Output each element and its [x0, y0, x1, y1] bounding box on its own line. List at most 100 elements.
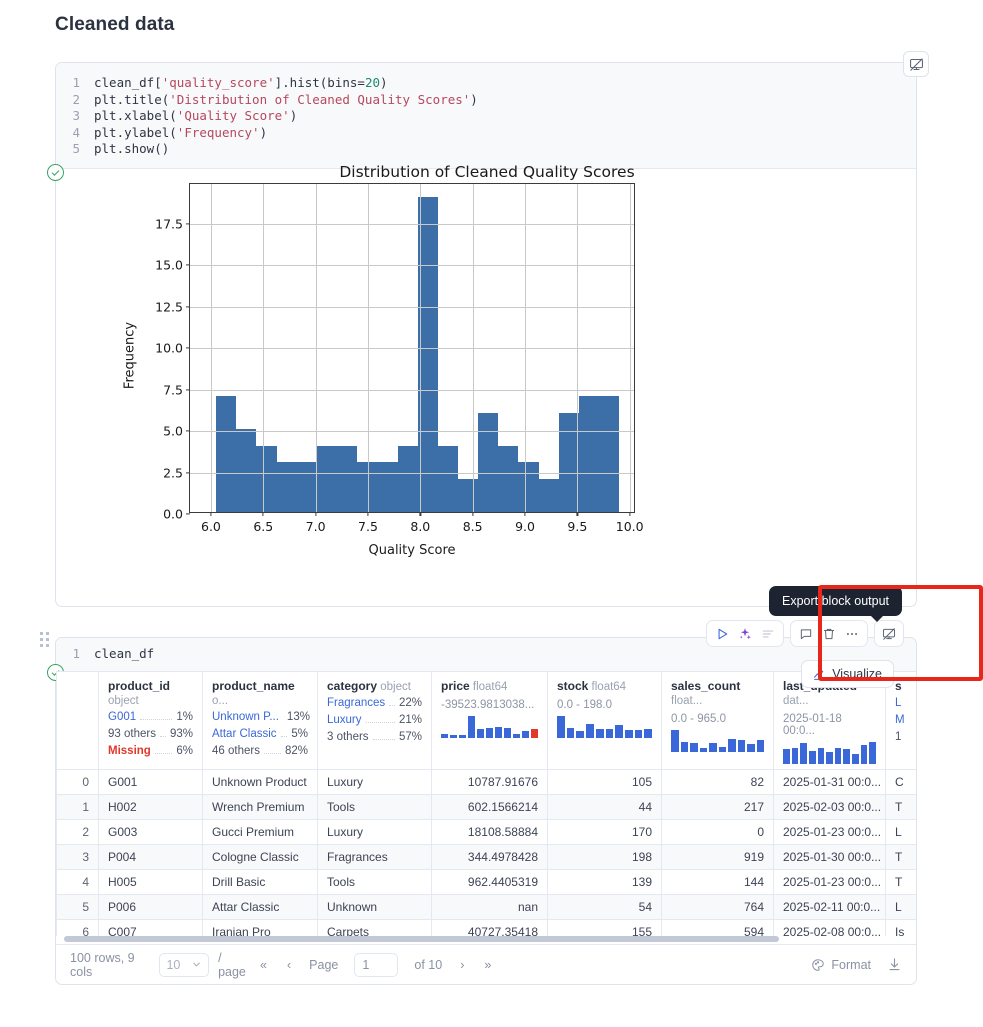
table-header-product_name[interactable]: product_name o... Unknown P... 13% Attar Cl… — [202, 671, 318, 770]
menu-lines-icon[interactable] — [758, 624, 778, 644]
cell-last_updated[interactable]: 2025-01-30 00:0... — [773, 844, 886, 870]
cell-product_id[interactable]: H005 — [98, 869, 203, 895]
table-row[interactable]: 6 C007 Iranian Pro Carpets 40727.35418 155 594… — [56, 919, 916, 936]
cell-sales_count[interactable]: 0 — [661, 819, 774, 845]
table-row[interactable]: 2 G003 Gucci Premium Luxury 18108.58884 170 0 2… — [56, 819, 916, 845]
cell-price[interactable]: nan — [431, 894, 548, 920]
histogram-bar — [437, 445, 458, 512]
cell-product_id[interactable]: G003 — [98, 819, 203, 845]
trash-icon[interactable] — [819, 624, 839, 644]
cell-sales_count[interactable]: 82 — [661, 769, 774, 795]
cell-price[interactable]: 602.1566214 — [431, 794, 548, 820]
cell-product_id[interactable]: P006 — [98, 894, 203, 920]
cell-category[interactable]: Luxury — [317, 819, 432, 845]
table-header-stock[interactable]: stock float64 0.0 - 198.0 — [547, 671, 662, 770]
cell-product_id[interactable]: H002 — [98, 794, 203, 820]
dot — [40, 644, 43, 647]
cell-sales_count[interactable]: 144 — [661, 869, 774, 895]
cell-category[interactable]: Tools — [317, 869, 432, 895]
cell-price[interactable]: 40727.35418 — [431, 919, 548, 936]
cell-stock[interactable]: 105 — [547, 769, 662, 795]
more-dots-icon[interactable] — [842, 624, 862, 644]
table-header-sales_count[interactable]: sales_count float... 0.0 - 965.0 — [661, 671, 774, 770]
cell-category[interactable]: Fragrances — [317, 844, 432, 870]
cell-category[interactable]: Tools — [317, 794, 432, 820]
first-page-button[interactable]: « — [258, 958, 269, 972]
cell-price[interactable]: 344.4978428 — [431, 844, 548, 870]
cell-category[interactable]: Luxury — [317, 769, 432, 795]
download-icon[interactable] — [887, 957, 902, 972]
next-page-button[interactable]: › — [458, 958, 466, 972]
cell-stock[interactable]: 54 — [547, 894, 662, 920]
cell-last_updated[interactable]: 2025-01-31 00:0... — [773, 769, 886, 795]
prev-page-button[interactable]: ‹ — [285, 958, 293, 972]
histogram-bar — [397, 445, 418, 512]
cell-extra[interactable]: C — [885, 769, 916, 795]
table-row[interactable]: 5 P006 Attar Classic Unknown nan 54 764 2025-02… — [56, 894, 916, 920]
scrollbar-thumb[interactable] — [64, 936, 779, 942]
cell-extra[interactable]: T — [885, 794, 916, 820]
cell-last_updated[interactable]: 2025-02-08 00:0... — [773, 919, 886, 936]
table-header-category[interactable]: category object Fragrances 22% Luxury 21% 3 o… — [317, 671, 432, 770]
table-header-price[interactable]: price float64 -39523.9813038... — [431, 671, 548, 770]
x-axis-tick-label: 7.0 — [305, 519, 326, 534]
cell-last_updated[interactable]: 2025-01-23 00:0... — [773, 819, 886, 845]
code-editor-chart[interactable]: 1 clean_df['quality_score'].hist(bins=20)… — [56, 63, 916, 169]
horizontal-scrollbar[interactable] — [56, 936, 918, 942]
cell-product_id[interactable]: C007 — [98, 919, 203, 936]
cell-product_name[interactable]: Attar Classic — [202, 894, 318, 920]
cell-product_name[interactable]: Cologne Classic — [202, 844, 318, 870]
export-block-output-icon[interactable] — [903, 51, 929, 77]
cell-last_updated[interactable]: 2025-01-23 00:0... — [773, 869, 886, 895]
cell-sales_count[interactable]: 594 — [661, 919, 774, 936]
column-range: 0.0 - 198.0 — [557, 699, 612, 711]
cell-category[interactable]: Unknown — [317, 894, 432, 920]
cell-category[interactable]: Carpets — [317, 919, 432, 936]
cell-stock[interactable]: 198 — [547, 844, 662, 870]
cell-product_id[interactable]: P004 — [98, 844, 203, 870]
stat-value: 5% — [291, 728, 308, 740]
ai-sparkle-icon[interactable] — [735, 624, 755, 644]
sparkline-bar — [800, 743, 807, 764]
run-play-icon[interactable] — [712, 624, 732, 644]
visualize-button[interactable]: Visualize — [801, 660, 894, 688]
table-row[interactable]: 3 P004 Cologne Classic Fragrances 344.497842… — [56, 844, 916, 870]
block-drag-handle[interactable] — [40, 632, 49, 647]
cell-sales_count[interactable]: 764 — [661, 894, 774, 920]
cell-last_updated[interactable]: 2025-02-03 00:0... — [773, 794, 886, 820]
comment-icon[interactable] — [796, 624, 816, 644]
cell-last_updated[interactable]: 2025-02-11 00:0... — [773, 894, 886, 920]
cell-extra[interactable]: L — [885, 819, 916, 845]
cell-product_name[interactable]: Iranian Pro — [202, 919, 318, 936]
cell-extra[interactable]: L — [885, 894, 916, 920]
cell-price[interactable]: 962.4405319 — [431, 869, 548, 895]
page-size-select[interactable]: 10 — [159, 952, 210, 977]
cell-price[interactable]: 10787.91676 — [431, 769, 548, 795]
cell-sales_count[interactable]: 919 — [661, 844, 774, 870]
cell-price[interactable]: 18108.58884 — [431, 819, 548, 845]
table-row[interactable]: 1 H002 Wrench Premium Tools 602.1566214 44 217… — [56, 794, 916, 820]
cell-product_name[interactable]: Gucci Premium — [202, 819, 318, 845]
table-row[interactable]: 4 H005 Drill Basic Tools 962.4405319 139 144 20… — [56, 869, 916, 895]
table-row[interactable]: 0 G001 Unknown Product Luxury 10787.91676 105… — [56, 769, 916, 795]
cell-product_name[interactable]: Unknown Product — [202, 769, 318, 795]
cell-stock[interactable]: 139 — [547, 869, 662, 895]
cell-stock[interactable]: 44 — [547, 794, 662, 820]
page-number-input[interactable]: 1 — [354, 952, 399, 977]
sparkline-bar — [504, 728, 511, 738]
cell-product_name[interactable]: Drill Basic — [202, 869, 318, 895]
cell-product_name[interactable]: Wrench Premium — [202, 794, 318, 820]
table-header-product_id[interactable]: product_id object G001 1% 93 others 93% Missi… — [98, 671, 203, 770]
cell-stock[interactable]: 170 — [547, 819, 662, 845]
cell-stock[interactable]: 155 — [547, 919, 662, 936]
last-page-button[interactable]: » — [482, 958, 493, 972]
format-button[interactable]: Format — [811, 958, 871, 972]
export-block-output-icon[interactable] — [879, 624, 899, 644]
cell-extra[interactable]: T — [885, 869, 916, 895]
dataframe-table-scroll[interactable]: product_id object G001 1% 93 others 93% Missi… — [56, 671, 916, 936]
cell-product_id[interactable]: G001 — [98, 769, 203, 795]
cell-extra[interactable]: Is — [885, 919, 916, 936]
sparkline-bar — [826, 751, 833, 764]
cell-sales_count[interactable]: 217 — [661, 794, 774, 820]
cell-extra[interactable]: T — [885, 844, 916, 870]
